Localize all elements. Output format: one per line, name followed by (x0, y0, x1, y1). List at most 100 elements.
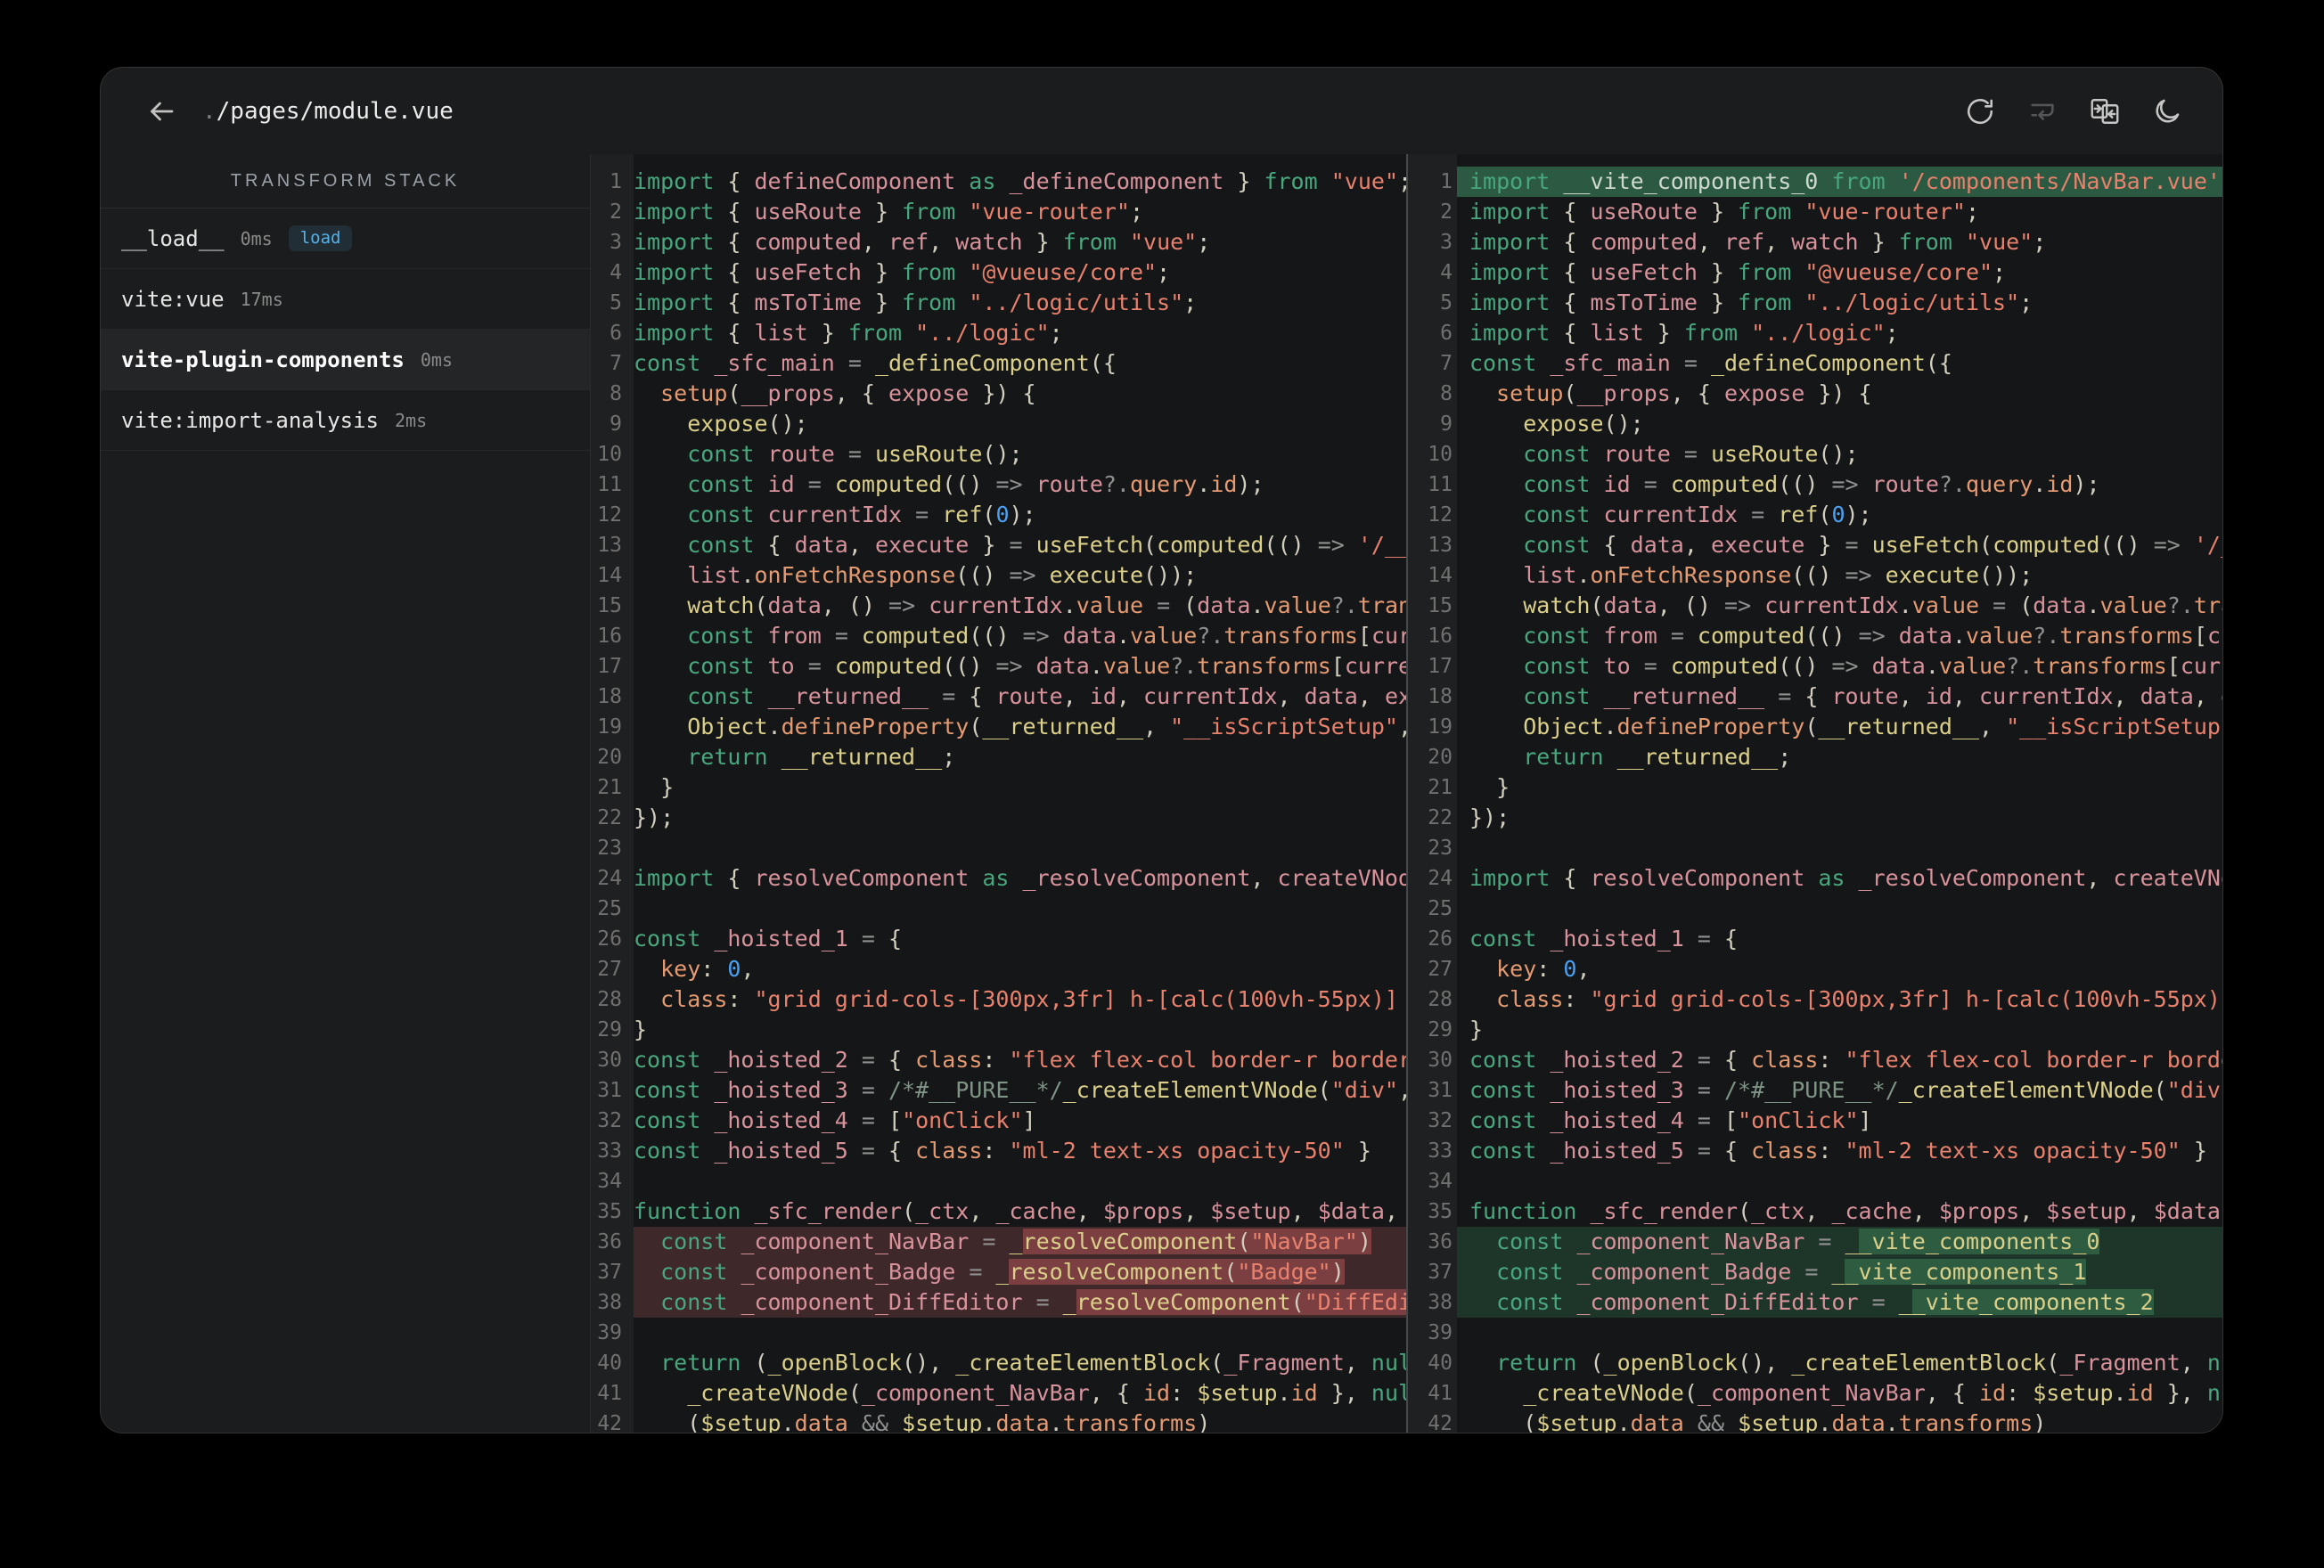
code-line: import { msToTime } from "../logic/utils… (634, 290, 1198, 315)
code-line: const _hoisted_2 = { class: "flex flex-c… (1469, 1047, 2222, 1073)
line-number: 28 (1428, 988, 1452, 1011)
back-button[interactable] (143, 94, 179, 129)
line-number: 23 (1428, 837, 1452, 860)
line-number: 16 (597, 625, 622, 648)
line-number: 17 (597, 655, 622, 678)
line-number: 14 (1428, 564, 1452, 587)
line-number: 27 (1428, 958, 1452, 981)
code-line: import { resolveComponent as _resolveCom… (634, 865, 1406, 891)
sidebar-item-vite-vue[interactable]: vite:vue 17ms (101, 269, 590, 330)
code-line: const __returned__ = { route, id, curren… (687, 683, 1406, 709)
line-number: 2 (1440, 200, 1452, 224)
line-number: 9 (1440, 412, 1452, 436)
line-number: 24 (597, 867, 622, 890)
code-line: const from = computed(() => data.value?.… (1523, 623, 2222, 649)
line-number: 30 (1428, 1049, 1452, 1072)
code-line: list.onFetchResponse(() => execute()); (1523, 562, 2034, 588)
line-number: 25 (1428, 897, 1452, 920)
code-line: key: 0, (660, 956, 755, 982)
line-number: 37 (1428, 1261, 1452, 1284)
code-line: const id = computed(() => route?.query.i… (687, 471, 1264, 497)
code-line: } (634, 774, 675, 800)
diff-left-pane[interactable]: import { defineComponent as _defineCompo… (634, 154, 1406, 1433)
code-line: return (_openBlock(), _createElementBloc… (660, 1350, 1406, 1376)
code-line: import { useFetch } from "@vueuse/core"; (1469, 259, 2007, 285)
code-line: return (_openBlock(), _createElementBloc… (1496, 1350, 2222, 1376)
plugin-name: __load__ (121, 225, 225, 251)
code-line: import { resolveComponent as _resolveCom… (1469, 865, 2222, 891)
line-number: 5 (610, 291, 622, 314)
code-line: } (1469, 774, 1510, 800)
code-line: const _component_DiffEditor = _resolveCo… (634, 1287, 1406, 1318)
topbar-actions (1964, 95, 2183, 127)
sidebar-item-load[interactable]: __load__ 0ms load (101, 208, 590, 269)
side-by-side-icon[interactable] (2089, 95, 2121, 127)
line-number: 38 (597, 1291, 622, 1314)
code-line: const to = computed(() => data.value?.tr… (687, 653, 1406, 679)
code-line: import { msToTime } from "../logic/utils… (1469, 290, 2034, 315)
line-number: 4 (610, 261, 622, 284)
line-number: 18 (1428, 685, 1452, 708)
code-line: const _hoisted_3 = /*#__PURE__*/_createE… (1469, 1077, 2222, 1103)
line-number: 42 (1428, 1412, 1452, 1433)
inspect-panel: ./pages/module.vue TRANSFORM STACK __loa… (100, 67, 2223, 1433)
dark-mode-icon[interactable] (2151, 95, 2183, 127)
line-number: 17 (1428, 655, 1452, 678)
line-number: 42 (597, 1412, 622, 1433)
line-number: 16 (1428, 625, 1452, 648)
top-bar: ./pages/module.vue (101, 68, 2222, 155)
line-number: 11 (597, 473, 622, 496)
code-line: const _component_NavBar = _resolveCompon… (634, 1227, 1406, 1257)
plugin-time: 0ms (420, 348, 454, 371)
wrap-lines-icon[interactable] (2026, 95, 2058, 127)
code-line: const _component_NavBar = __vite_compone… (1457, 1227, 2222, 1257)
code-line: import { list } from "../logic"; (1469, 320, 1899, 346)
plugin-time: 2ms (394, 409, 428, 431)
line-number: 41 (597, 1382, 622, 1405)
line-number: 34 (1428, 1170, 1452, 1193)
code-line: _createVNode(_component_NavBar, { id: $s… (1523, 1380, 2222, 1406)
line-number: 24 (1428, 867, 1452, 890)
code-line: watch(data, () => currentIdx.value = (da… (687, 592, 1406, 618)
code-line: const _sfc_main = _defineComponent({ (634, 350, 1117, 376)
code-line: const _hoisted_1 = { (1469, 926, 1739, 951)
line-number: 14 (597, 564, 622, 587)
plugin-name: vite:import-analysis (121, 407, 379, 433)
code-line: import { computed, ref, watch } from "vu… (634, 229, 1211, 255)
code-line: const { data, execute } = useFetch(compu… (687, 532, 1406, 558)
line-number: 35 (597, 1200, 622, 1223)
line-number: 31 (597, 1079, 622, 1102)
line-number: 30 (597, 1049, 622, 1072)
code-line: }); (1469, 804, 1510, 830)
line-number: 23 (597, 837, 622, 860)
line-number: 7 (610, 352, 622, 375)
refresh-icon[interactable] (1964, 95, 1996, 127)
line-number: 7 (1440, 352, 1452, 375)
line-number: 28 (597, 988, 622, 1011)
line-number: 6 (610, 322, 622, 345)
line-number: 8 (1440, 382, 1452, 405)
line-number: 36 (597, 1230, 622, 1254)
code-line: const route = useRoute(); (1523, 441, 1859, 467)
code-line: const __returned__ = { route, id, curren… (1523, 683, 2222, 709)
code-line: return __returned__; (1523, 744, 1792, 770)
diff-right-pane[interactable]: import __vite_components_0 from '/compon… (1457, 154, 2222, 1433)
line-number: 36 (1428, 1230, 1452, 1254)
line-number: 26 (597, 927, 622, 951)
sidebar-item-vite-import-analysis[interactable]: vite:import-analysis 2ms (101, 390, 590, 451)
line-number: 4 (1440, 261, 1452, 284)
line-number: 21 (597, 776, 622, 799)
load-badge: load (288, 225, 353, 251)
right-line-number-gutter: 1 2 3 4 5 6 7 8 9 10 11 12 13 14 15 16 17 18 19 20 21 22 23 24 2… (1408, 154, 1457, 1433)
line-number: 37 (597, 1261, 622, 1284)
code-line: import __vite_components_0 from '/compon… (1457, 167, 2222, 197)
line-number: 10 (1428, 443, 1452, 466)
sidebar-item-vite-plugin-components[interactable]: vite-plugin-components 0ms (101, 330, 590, 390)
line-number: 13 (1428, 534, 1452, 557)
module-title-path: /pages/module.vue (216, 97, 454, 125)
line-number: 21 (1428, 776, 1452, 799)
